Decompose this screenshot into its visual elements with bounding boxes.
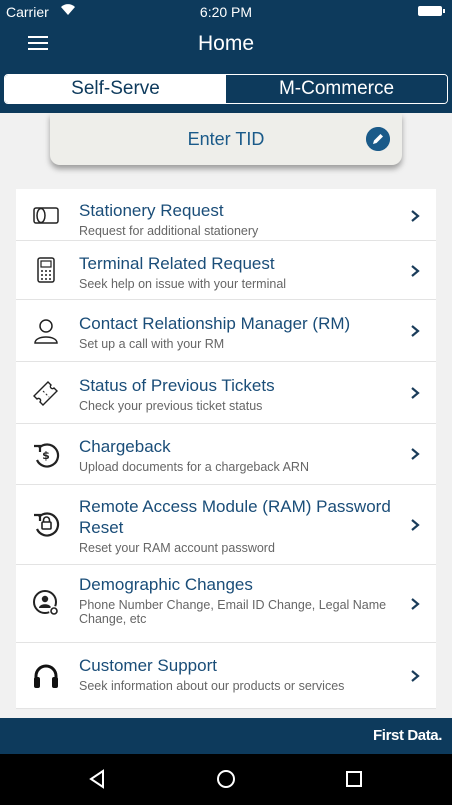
list-item-demographic-changes[interactable]: Demographic Changes Phone Number Change,… <box>16 565 436 643</box>
chevron-right-icon <box>411 448 420 460</box>
brand-logo: First Data. <box>373 727 442 744</box>
status-time: 6:20 PM <box>199 4 253 20</box>
item-subtitle: Check your previous ticket status <box>79 399 263 413</box>
item-subtitle: Reset your RAM account password <box>79 541 275 555</box>
list-item-customer-support[interactable]: Customer Support Seek information about … <box>16 643 436 709</box>
home-icon[interactable] <box>216 769 236 789</box>
list-item-chargeback[interactable]: $ Chargeback Upload documents for a char… <box>16 424 436 485</box>
enter-tid-label: Enter TID <box>187 129 265 149</box>
list-item-contact-rm[interactable]: Contact Relationship Manager (RM) Set up… <box>16 300 436 362</box>
app-header: Carrier 6:20 PM Home Self-Serve M-Commer… <box>0 0 452 113</box>
person-icon <box>34 319 58 344</box>
chevron-right-icon <box>411 265 420 277</box>
item-subtitle: Request for additional stationery <box>79 224 259 238</box>
segment-tabs: Self-Serve M-Commerce <box>4 74 448 104</box>
chevron-right-icon <box>411 598 420 610</box>
item-title: Status of Previous Tickets <box>79 376 275 395</box>
item-title: Remote Access Module (RAM) Password Rese… <box>79 497 391 537</box>
stationery-icon <box>33 207 59 224</box>
tab-self-serve[interactable]: Self-Serve <box>5 75 226 103</box>
list-item-terminal-related-request[interactable]: Terminal Related Request Seek help on is… <box>16 241 436 300</box>
chevron-right-icon <box>411 670 420 682</box>
ticket-icon <box>33 381 58 406</box>
user-settings-icon <box>33 590 59 616</box>
list-item-stationery-request[interactable]: Stationery Request Request for additiona… <box>16 189 436 241</box>
service-list: Stationery Request Request for additiona… <box>16 189 436 709</box>
enter-tid-card[interactable]: Enter TID <box>50 113 402 165</box>
chevron-right-icon <box>411 519 420 531</box>
item-title: Chargeback <box>79 437 171 456</box>
system-nav-bar <box>0 754 452 805</box>
item-title: Terminal Related Request <box>79 254 275 273</box>
list-item-ram-password-reset[interactable]: Remote Access Module (RAM) Password Rese… <box>16 485 436 565</box>
item-subtitle: Upload documents for a chargeback ARN <box>79 460 309 474</box>
item-title: Contact Relationship Manager (RM) <box>79 314 351 333</box>
item-subtitle: Seek help on issue with your terminal <box>79 277 287 291</box>
recent-apps-icon[interactable] <box>344 769 364 789</box>
headset-icon <box>34 664 58 688</box>
lock-reset-icon <box>34 512 60 537</box>
item-subtitle: Seek information about our products or s… <box>79 679 345 693</box>
item-title: Customer Support <box>79 656 217 675</box>
chevron-right-icon <box>411 325 420 337</box>
item-title: Demographic Changes <box>79 575 253 594</box>
item-subtitle: Set up a call with your RM <box>79 337 225 351</box>
svg-text:$: $ <box>42 449 50 462</box>
battery-icon <box>418 6 445 16</box>
item-subtitle: Phone Number Change, Email ID Change, Le… <box>79 598 387 626</box>
app-footer: First Data. <box>0 718 452 754</box>
chevron-right-icon <box>411 387 420 399</box>
list-item-previous-tickets[interactable]: Status of Previous Tickets Check your pr… <box>16 362 436 424</box>
item-title: Stationery Request <box>79 201 224 220</box>
pencil-icon[interactable] <box>366 127 390 151</box>
back-icon[interactable] <box>88 769 108 789</box>
page-title: Home <box>197 32 255 55</box>
terminal-icon <box>37 257 55 283</box>
chevron-right-icon <box>411 210 420 222</box>
status-bar: Carrier 6:20 PM <box>0 0 452 22</box>
tab-m-commerce[interactable]: M-Commerce <box>226 75 447 103</box>
chargeback-icon: $ <box>34 443 60 468</box>
